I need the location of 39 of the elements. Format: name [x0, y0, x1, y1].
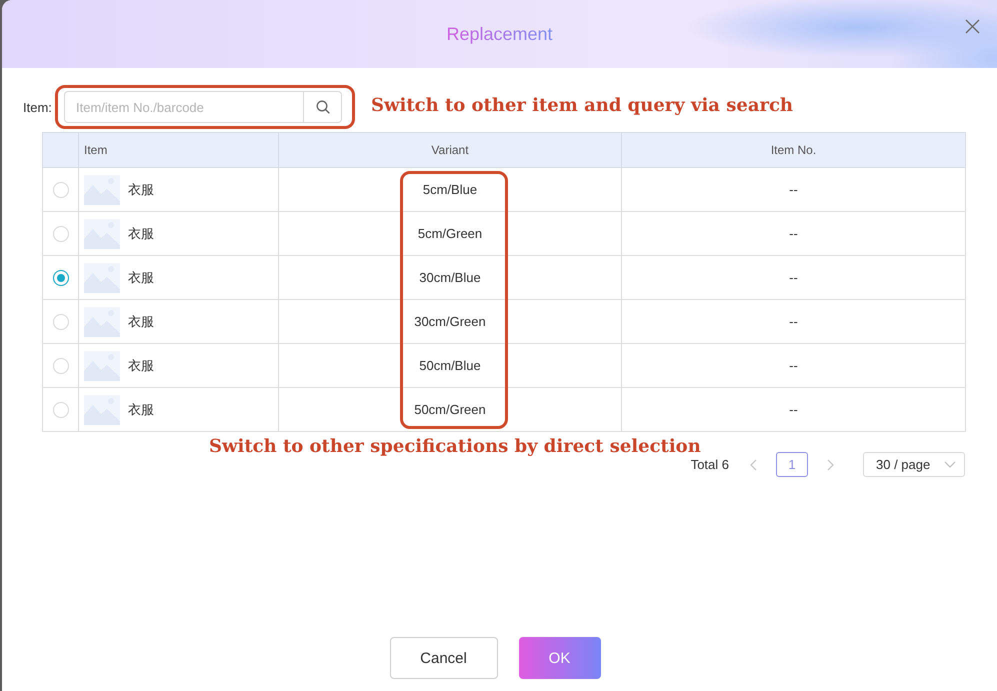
table-cell: 5cm/Green [278, 212, 622, 256]
item-name: 衣服 [128, 400, 154, 418]
table-cell: -- [622, 300, 966, 344]
image-placeholder-icon [84, 394, 120, 424]
annotation-text: Switch to other specifications by direct selection [209, 436, 701, 457]
item-name: 衣服 [128, 180, 154, 198]
search-field[interactable]: Item/item No./barcode [64, 91, 303, 123]
table-cell: -- [622, 344, 966, 388]
table-cell: 30cm/Blue [278, 256, 622, 300]
table-cell: -- [622, 168, 966, 212]
close-icon[interactable] [965, 19, 980, 34]
table-cell: -- [622, 212, 966, 256]
column-header: Variant [278, 132, 622, 168]
radio-button[interactable] [52, 270, 68, 286]
table-cell: 50cm/Green [278, 388, 622, 432]
table-cell: 30cm/Green [278, 300, 622, 344]
total-count: Total 6 [690, 457, 729, 472]
item-name: 衣服 [128, 224, 154, 242]
item-label: Item: [23, 100, 53, 114]
table-cell: 5cm/Blue [278, 168, 622, 212]
search-icon [316, 100, 330, 114]
annotation-text: Switch to other item and query via search [371, 95, 794, 116]
image-placeholder-icon [84, 174, 120, 204]
cancel-button[interactable]: Cancel [390, 637, 498, 679]
image-placeholder-icon [84, 306, 120, 336]
image-placeholder-icon [84, 218, 120, 248]
column-header: Item [78, 132, 278, 168]
image-placeholder-icon [84, 350, 120, 380]
item-name: 衣服 [128, 268, 154, 286]
search-button[interactable] [303, 91, 342, 123]
column-header: Item No. [622, 132, 966, 168]
image-placeholder-icon [84, 262, 120, 292]
chevron-down-icon [944, 461, 956, 468]
table-cell: 50cm/Blue [278, 344, 622, 388]
table-cell: -- [622, 256, 966, 300]
page-size-select[interactable]: 30 / page [863, 452, 965, 477]
table-cell: -- [622, 388, 966, 432]
item-name: 衣服 [128, 312, 154, 330]
item-name: 衣服 [128, 356, 154, 374]
